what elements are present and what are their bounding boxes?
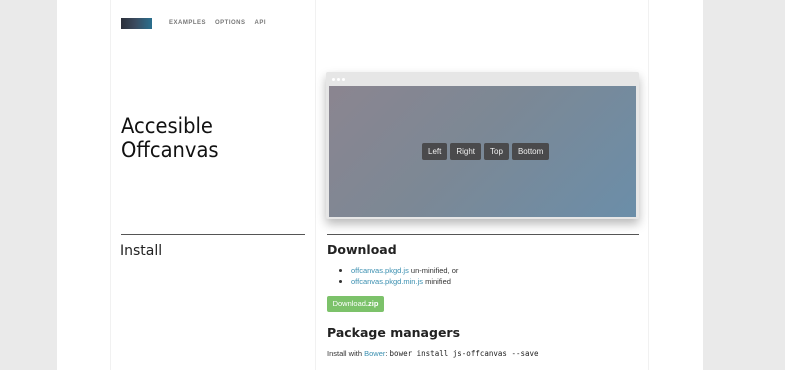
file-note: un-minified, or: [408, 266, 459, 275]
download-button-label: Download: [332, 299, 366, 308]
bower-install-line: Install with Bower: bower install js-off…: [327, 349, 539, 358]
install-heading: Install: [120, 243, 163, 259]
window-dot-icon: [342, 78, 345, 81]
page-title-line1: Accesible: [121, 114, 213, 138]
download-section-divider: [327, 234, 639, 235]
file-link-unminified[interactable]: offcanvas.pkgd.js: [351, 266, 409, 275]
demo-bottom-button[interactable]: Bottom: [511, 143, 550, 160]
window-dot-icon: [337, 78, 340, 81]
download-file-list: offcanvas.pkgd.js un-minified, or offcan…: [339, 265, 458, 287]
window-dot-icon: [332, 78, 335, 81]
column-divider-middle: [315, 0, 316, 370]
demo-top-button[interactable]: Top: [484, 143, 509, 160]
page-title: Accesible Offcanvas: [121, 114, 261, 162]
file-note: minified: [422, 277, 451, 286]
demo-button-group: Left Right Top Bottom: [422, 143, 550, 160]
bower-command: bower install js-offcanvas --save: [389, 349, 539, 358]
column-divider-left: [110, 0, 111, 370]
main-nav: EXAMPLES OPTIONS API: [169, 20, 266, 26]
package-managers-heading: Package managers: [327, 325, 461, 340]
site-logo[interactable]: [121, 18, 152, 29]
demo-right-button[interactable]: Right: [450, 143, 482, 160]
download-button-extension: .zip: [365, 299, 379, 308]
bower-link[interactable]: Bower: [364, 349, 385, 358]
list-item: offcanvas.pkgd.js un-minified, or: [339, 265, 458, 276]
nav-item-options[interactable]: OPTIONS: [215, 20, 246, 26]
bullet-icon: [339, 280, 342, 283]
list-item: offcanvas.pkgd.min.js minified: [339, 276, 458, 287]
nav-item-api[interactable]: API: [255, 20, 267, 26]
download-zip-button[interactable]: Download.zip: [327, 296, 384, 312]
demo-left-button[interactable]: Left: [422, 143, 448, 160]
page-title-line2: Offcanvas: [121, 138, 219, 162]
bullet-icon: [339, 269, 342, 272]
bower-prefix: Install with: [327, 349, 365, 358]
install-section-divider: [121, 234, 305, 235]
browser-mockup-titlebar: [326, 72, 639, 86]
download-heading: Download: [327, 242, 397, 257]
column-divider-right: [648, 0, 649, 370]
file-link-minified[interactable]: offcanvas.pkgd.min.js: [351, 277, 423, 286]
nav-item-examples[interactable]: EXAMPLES: [169, 20, 206, 26]
